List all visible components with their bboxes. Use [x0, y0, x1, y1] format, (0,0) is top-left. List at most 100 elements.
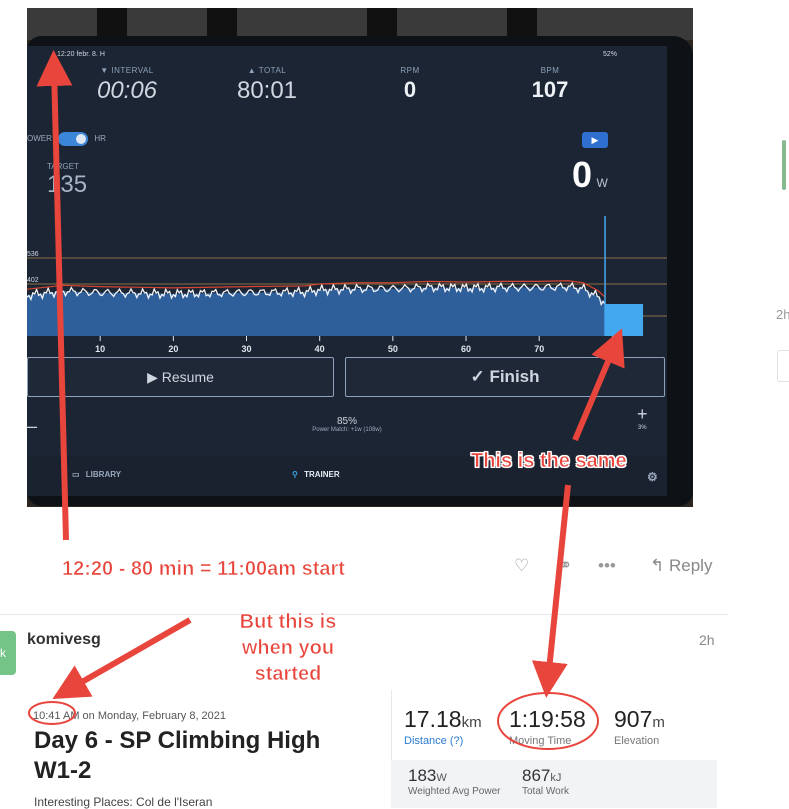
interval-value: 00:06 [96, 77, 158, 104]
x-tick-label: 60 [461, 344, 471, 354]
reply-label: Reply [668, 556, 713, 575]
power-unit: W [436, 772, 447, 784]
trainer-app-screen: 12:20 febr. 8. H 52% ▼ INTERVAL 00:06 ▲ … [27, 46, 667, 496]
play-icon: ▶ [147, 369, 158, 385]
y-tick-label: 536 [27, 251, 39, 258]
rpm-metric: RPM 0 [377, 66, 443, 103]
nav-trainer[interactable]: ⚲ TRAINER [292, 470, 340, 479]
power-label: Weighted Avg Power [408, 786, 501, 797]
post-age[interactable]: 2h [699, 632, 715, 648]
intensity-control: 85% Power Match: +1w (108w) [287, 416, 407, 433]
work-value: 867 [522, 766, 551, 785]
target-label: TARGET [47, 162, 79, 171]
elevation-unit: m [652, 714, 665, 731]
x-tick-label: 40 [315, 344, 325, 354]
username[interactable]: komivesg [27, 631, 101, 649]
nav-library[interactable]: ▭ LIBRARY [72, 470, 121, 479]
x-tick-label: 30 [242, 344, 252, 354]
scroll-indicator [782, 140, 786, 190]
nav-library-label: LIBRARY [85, 470, 122, 479]
elevation-label: Elevation [614, 735, 660, 747]
tablet-mount [367, 8, 397, 38]
status-time: 12:20 [57, 51, 75, 58]
power-value: 183 [408, 766, 437, 785]
minus-icon[interactable]: – [27, 416, 37, 437]
x-tick-label: 50 [388, 344, 398, 354]
interval-metric: ▼ INTERVAL 00:06 [82, 66, 172, 105]
rpm-label: RPM [400, 66, 420, 75]
power-hr-toggle[interactable] [58, 132, 89, 146]
power-match-text: Power Match: +1w (108w) [312, 427, 382, 433]
link-icon[interactable]: ⚭ [558, 556, 572, 576]
tablet-mount [507, 8, 537, 38]
tablet-mount [207, 8, 237, 38]
finish-button[interactable]: ✓ Finish [345, 357, 665, 397]
media-play-icon[interactable]: ▶ [582, 132, 608, 148]
hr-label: HR [94, 134, 106, 144]
distance-label[interactable]: Distance (?) [404, 735, 482, 747]
status-bar: 12:20 febr. 8. H 52% [57, 51, 617, 58]
nav-trainer-label: TRAINER [304, 470, 340, 479]
total-value: 80:01 [236, 77, 298, 104]
work-unit: kJ [550, 772, 562, 784]
power-hr-toggle-row: OWER HR [27, 132, 106, 146]
side-post-age: 2h [776, 307, 789, 322]
post-divider [0, 614, 728, 615]
x-tick-label: 20 [168, 344, 178, 354]
x-tick-label: 70 [534, 344, 544, 354]
activity-title[interactable]: Day 6 - SP Climbing High W1-2 [34, 726, 364, 786]
finish-label: Finish [489, 367, 540, 386]
avatar-letter: k [0, 646, 6, 660]
bpm-metric: BPM 107 [517, 66, 583, 103]
settings-icon[interactable]: ⚙ [647, 470, 658, 484]
tablet-photo: 12:20 febr. 8. H 52% ▼ INTERVAL 00:06 ▲ … [27, 8, 693, 507]
avatar[interactable]: k [0, 631, 16, 675]
power-chart: 536402681020304050607080 [27, 216, 667, 354]
check-circle-icon: ✓ [470, 367, 485, 386]
bpm-value: 107 [531, 77, 569, 102]
resume-label: Resume [161, 369, 214, 385]
interval-label: ▼ INTERVAL [100, 66, 154, 75]
battery-level: 52% [602, 51, 617, 58]
activity-date: 10:41 AM on Monday, February 8, 2021 [33, 710, 227, 722]
distance-value: 17.18 [404, 706, 462, 732]
moving-time-label: Moving Time [509, 735, 572, 747]
annotation-middle-line1: But this is [239, 611, 337, 634]
x-tick-label: 10 [95, 344, 105, 354]
current-watts: 0 W [572, 154, 608, 196]
annotation-middle: But this is when you started [228, 609, 348, 687]
current-position-block [605, 304, 644, 336]
bpm-label: BPM [540, 66, 560, 75]
tablet-device: 12:20 febr. 8. H 52% ▼ INTERVAL 00:06 ▲ … [27, 36, 693, 506]
book-icon: ▭ [72, 470, 80, 480]
plus-icon[interactable]: + 3% [637, 404, 648, 431]
status-date: febr. 8. H [76, 51, 105, 58]
activity-stats-secondary: 183W Weighted Avg Power 867kJ Total Work [391, 760, 717, 808]
reply-icon: ↰ [650, 556, 665, 575]
total-label: ▲ TOTAL [247, 66, 287, 75]
moving-time-stat: 1:19:58 Moving Time [509, 706, 586, 747]
annotation-start-calculation: 12:20 - 80 min = 11:00am start [62, 558, 346, 581]
target-value: 135 [47, 171, 88, 198]
moving-time-value: 1:19:58 [509, 706, 586, 732]
power-label: OWER [27, 134, 52, 144]
annotation-middle-line3: started [254, 663, 322, 686]
y-tick-label: 402 [27, 277, 39, 284]
side-card [777, 350, 789, 382]
rpm-value: 0 [403, 77, 417, 102]
distance-stat: 17.18km Distance (?) [404, 706, 482, 747]
more-icon[interactable]: ••• [598, 556, 616, 576]
watts-unit: W [596, 176, 608, 190]
work-label: Total Work [522, 786, 570, 797]
bike-icon: ⚲ [292, 470, 298, 480]
distance-unit: km [461, 714, 482, 731]
elevation-stat: 907m Elevation [614, 706, 665, 747]
heart-icon[interactable]: ♡ [514, 556, 529, 576]
resume-button[interactable]: ▶ Resume [27, 357, 334, 397]
watts-value: 0 [572, 154, 593, 195]
power-stat: 183W Weighted Avg Power [408, 766, 500, 797]
plus-percent: 3% [637, 425, 647, 431]
tablet-mount [97, 8, 127, 38]
reply-button[interactable]: ↰ Reply [650, 556, 712, 576]
target-metric: TARGET 135 [47, 162, 87, 199]
